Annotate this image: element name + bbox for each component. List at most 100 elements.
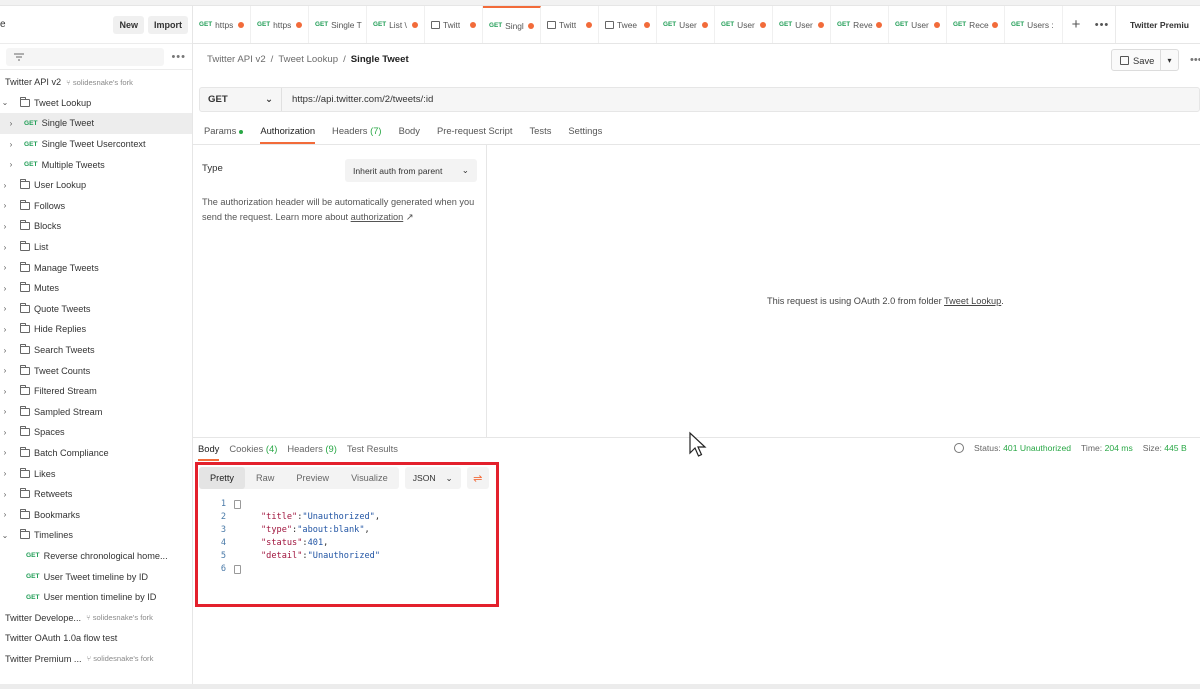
folder-item[interactable]: › Sampled Stream [0,402,192,423]
collection-item[interactable]: Twitter Develope... ⑂ solidesnake's fork [0,607,192,628]
request-tab[interactable]: GET User [773,6,831,43]
chevron-right-icon[interactable]: › [0,366,10,375]
folder-item[interactable]: › Blocks [0,216,192,237]
collection-item[interactable]: Twitter OAuth 1.0a flow test [0,628,192,649]
method-select[interactable]: GET ⌄ [200,88,282,111]
chevron-right-icon[interactable]: › [0,222,10,231]
chevron-right-icon[interactable]: › [0,448,10,457]
breadcrumb-folder[interactable]: Tweet Lookup [278,54,338,65]
request-tab[interactable]: Twitt [541,6,599,43]
request-item[interactable]: GET User mention timeline by ID [0,587,192,608]
request-tab[interactable]: GET Reve [831,6,889,43]
import-button[interactable]: Import [148,15,188,34]
chevron-right-icon[interactable]: › [0,243,10,252]
request-tab[interactable]: Twee [599,6,657,43]
method-badge: GET [1011,21,1025,28]
folder-item[interactable]: › Tweet Counts [0,360,192,381]
folder-icon [20,323,30,334]
request-item[interactable]: › GET Multiple Tweets [0,154,192,175]
collection-item[interactable]: Twitter API v2 ⑂ solidesnake's fork [0,72,192,93]
collection-item[interactable]: Twitter Premium ... ⑂ solidesnake's fork [0,649,192,670]
globe-icon[interactable] [954,443,964,453]
breadcrumb: Twitter API v2 / Tweet Lookup / Single T… [207,54,409,65]
chevron-right-icon[interactable]: › [0,490,10,499]
request-tab[interactable]: GET https [193,6,251,43]
folder-item[interactable]: › User Lookup [0,175,192,196]
folder-icon [20,364,30,375]
chevron-down-icon[interactable]: ▾ [1160,50,1178,70]
request-item[interactable]: › GET Single Tweet Usercontext [0,134,192,155]
tab-body[interactable]: Body [399,120,420,144]
chevron-right-icon[interactable]: › [0,201,10,210]
request-item[interactable]: GET Reverse chronological home... [0,546,192,567]
tab-tests[interactable]: Tests [530,120,552,144]
response-tabs: Body Cookies (4) Headers (9) Test Result… [198,439,398,461]
response-tab-body[interactable]: Body [198,439,220,461]
folder-item[interactable]: › Mutes [0,278,192,299]
request-tab[interactable]: GET Singl [483,6,541,43]
chevron-right-icon[interactable]: › [6,140,16,149]
filter-input[interactable] [6,47,164,66]
tab-headers[interactable]: Headers (7) [332,120,382,144]
folder-item[interactable]: › Likes [0,463,192,484]
request-tab[interactable]: GET Rece [947,6,1005,43]
folder-item[interactable]: ⌄ Timelines [0,525,192,546]
new-button[interactable]: New [113,15,144,34]
request-tab[interactable]: GET List \ [367,6,425,43]
chevron-right-icon[interactable]: › [0,469,10,478]
request-tab[interactable]: GET User [657,6,715,43]
chevron-right-icon[interactable]: › [0,284,10,293]
request-item[interactable]: GET User Tweet timeline by ID [0,566,192,587]
folder-item[interactable]: › Filtered Stream [0,381,192,402]
tab-overflow-icon[interactable]: ••• [1089,6,1115,43]
folder-item[interactable]: › Spaces [0,422,192,443]
chevron-right-icon[interactable]: › [0,304,10,313]
folder-item[interactable]: › Batch Compliance [0,443,192,464]
chevron-right-icon[interactable]: › [0,407,10,416]
save-button[interactable]: Save ▾ [1111,49,1179,71]
request-tab[interactable]: Twitt [425,6,483,43]
chevron-down-icon[interactable]: ⌄ [0,98,10,107]
more-icon[interactable]: ••• [1190,54,1200,66]
folder-item[interactable]: › Bookmarks [0,504,192,525]
tab-authorization[interactable]: Authorization [260,120,316,144]
breadcrumb-collection[interactable]: Twitter API v2 [207,54,266,65]
response-tab-cookies[interactable]: Cookies (4) [229,439,277,461]
tab-params[interactable]: Params [204,120,244,144]
url-input[interactable]: https://api.twitter.com/2/tweets/:id [282,94,433,105]
new-tab-icon[interactable]: + [1063,6,1089,43]
environment-select[interactable]: Twitter Premiu [1115,6,1200,43]
authorization-link[interactable]: authorization [351,212,404,222]
request-tab[interactable]: GET User [889,6,947,43]
request-tab[interactable]: GET Users : [1005,6,1063,43]
folder-item[interactable]: › Search Tweets [0,340,192,361]
tab-settings[interactable]: Settings [568,120,602,144]
folder-item[interactable]: ⌄ Tweet Lookup [0,93,192,114]
chevron-right-icon[interactable]: › [0,181,10,190]
tab-pre-request-script[interactable]: Pre-request Script [437,120,513,144]
chevron-right-icon[interactable]: › [0,325,10,334]
folder-item[interactable]: › Manage Tweets [0,257,192,278]
chevron-right-icon[interactable]: › [6,119,16,128]
chevron-right-icon[interactable]: › [0,346,10,355]
response-tab-test-results[interactable]: Test Results [347,439,398,461]
request-tab[interactable]: GET Single T [309,6,367,43]
folder-item[interactable]: › Retweets [0,484,192,505]
chevron-right-icon[interactable]: › [0,263,10,272]
folder-item[interactable]: › List [0,237,192,258]
folder-item[interactable]: › Quote Tweets [0,299,192,320]
request-tab[interactable]: GET User [715,6,773,43]
chevron-right-icon[interactable]: › [0,387,10,396]
chevron-down-icon[interactable]: ⌄ [0,531,10,540]
request-tab[interactable]: GET https [251,6,309,43]
folder-item[interactable]: › Hide Replies [0,319,192,340]
auth-type-select[interactable]: Inherit auth from parent ⌄ [345,159,477,182]
chevron-right-icon[interactable]: › [0,510,10,519]
request-item[interactable]: › GET Single Tweet [0,113,192,134]
chevron-right-icon[interactable]: › [0,428,10,437]
tweet-lookup-link[interactable]: Tweet Lookup [944,296,1001,306]
folder-item[interactable]: › Follows [0,196,192,217]
chevron-right-icon[interactable]: › [6,160,16,169]
more-options-icon[interactable]: ••• [164,51,186,63]
response-tab-headers[interactable]: Headers (9) [287,439,337,461]
